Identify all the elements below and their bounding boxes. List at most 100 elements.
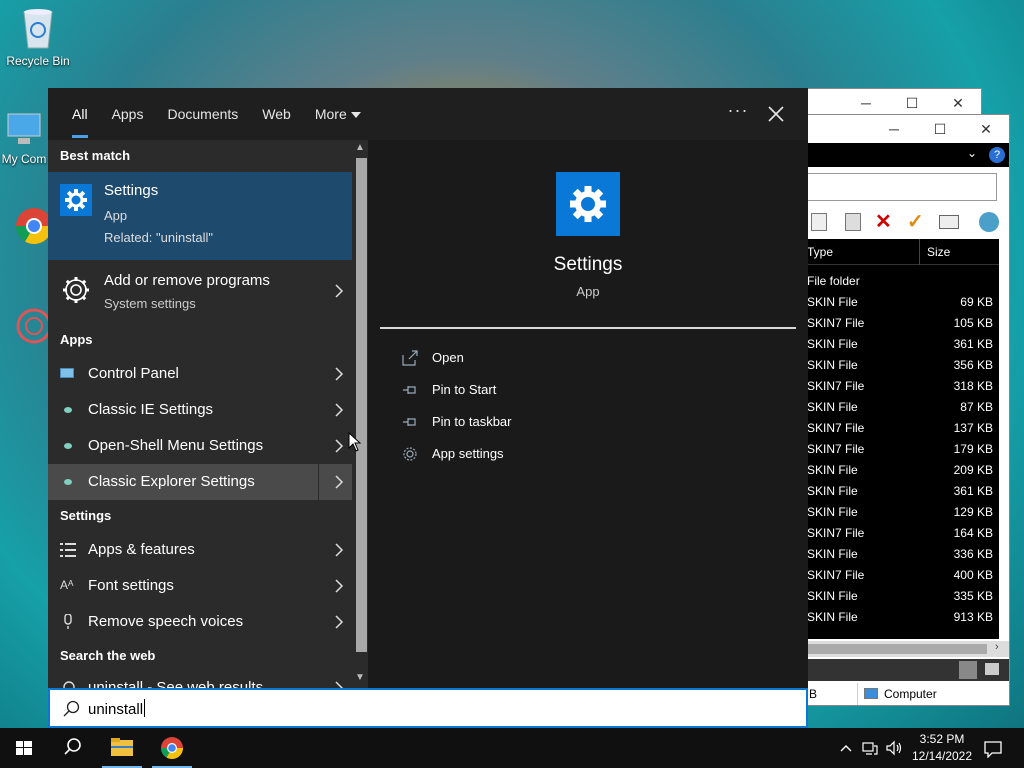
tiles-view-icon[interactable] [985,663,999,675]
taskbar-search-button[interactable] [48,728,96,768]
action-pin-taskbar[interactable]: Pin to taskbar [402,408,702,436]
search-input[interactable]: uninstall [88,699,146,718]
tab-web[interactable]: Web [250,88,303,140]
horizontal-scrollbar[interactable]: › [807,641,1009,657]
best-match-name: Settings [104,182,159,199]
table-row[interactable]: SKIN File 361 KB [807,481,999,502]
scroll-right-icon[interactable]: › [995,641,999,653]
chevron-right-icon[interactable] [334,615,344,629]
result-control-panel[interactable]: Control Panel [48,356,352,392]
tab-apps[interactable]: Apps [100,88,156,140]
column-header-size[interactable]: Size [927,245,950,259]
chevron-up-icon[interactable] [838,740,854,756]
taskbar-clock[interactable]: 3:52 PM 12/14/2022 [906,731,978,765]
font-settings-label: Font settings [88,577,174,594]
search-field[interactable] [807,173,997,201]
address-bar[interactable]: ⌄ ? [807,143,1009,167]
scroll-down-icon[interactable]: ▼ [355,672,365,683]
check-icon[interactable]: ✓ [907,209,924,234]
scroll-up-icon[interactable]: ▲ [355,142,365,153]
minimize-icon[interactable]: ─ [871,121,917,137]
remove-speech-label: Remove speech voices [88,613,244,630]
more-options-button[interactable]: ··· [724,100,752,121]
table-row[interactable]: SKIN File 335 KB [807,586,999,607]
volume-icon[interactable] [886,740,902,756]
results-scrollbar[interactable]: ▲ ▼ [352,140,368,688]
globe-icon[interactable] [979,212,999,232]
table-row[interactable]: SKIN File 87 KB [807,397,999,418]
table-row[interactable]: SKIN7 File 400 KB [807,565,999,586]
table-row[interactable]: SKIN File 209 KB [807,460,999,481]
start-button[interactable] [0,728,48,768]
result-classic-explorer-settings[interactable]: Classic Explorer Settings [48,464,352,500]
action-open[interactable]: Open [402,344,702,372]
chevron-right-icon[interactable] [334,579,344,593]
row-size: 129 KB [953,505,993,519]
chevron-right-icon[interactable] [334,284,344,298]
minimize-icon[interactable]: ─ [843,95,889,111]
table-row[interactable]: SKIN7 File 318 KB [807,376,999,397]
tab-more[interactable]: More [303,88,373,140]
tab-documents[interactable]: Documents [155,88,250,140]
search-box[interactable]: uninstall [48,688,808,728]
chevron-right-icon[interactable] [334,475,344,489]
status-left: B [809,687,818,701]
maximize-icon[interactable]: ☐ [917,121,963,138]
table-row[interactable]: SKIN File 69 KB [807,292,999,313]
delete-icon[interactable]: ✕ [875,209,892,234]
properties-icon[interactable] [939,215,959,229]
column-header-type[interactable]: Type [807,245,833,259]
table-row[interactable]: SKIN File 129 KB [807,502,999,523]
notification-icon[interactable] [984,740,1002,759]
chevron-right-icon[interactable] [334,367,344,381]
result-apps-features[interactable]: Apps & features [48,532,352,568]
result-add-remove-programs[interactable]: Add or remove programs System settings [48,262,352,318]
table-row[interactable]: SKIN7 File 105 KB [807,313,999,334]
chevron-right-icon[interactable] [334,543,344,557]
tab-all[interactable]: All [60,88,100,140]
result-remove-speech-voices[interactable]: Remove speech voices [48,604,352,640]
windows-logo-icon [16,741,32,755]
table-row[interactable]: SKIN File 913 KB [807,607,999,628]
computer-icon [4,110,44,148]
row-type: SKIN7 File [807,568,865,582]
clock-time: 3:52 PM [919,732,965,746]
maximize-icon[interactable]: ☐ [889,95,935,112]
close-icon[interactable]: ✕ [963,121,1009,138]
table-row[interactable]: SKIN7 File 137 KB [807,418,999,439]
settings-gear-icon [60,184,92,216]
result-classic-ie-settings[interactable]: Classic IE Settings [48,392,352,428]
action-app-settings[interactable]: App settings [402,440,702,468]
chevron-right-icon[interactable] [334,403,344,417]
row-type: SKIN File [807,400,858,414]
chevron-down-icon[interactable]: ⌄ [967,146,977,160]
result-open-shell-menu-settings[interactable]: Open-Shell Menu Settings [48,428,352,464]
scroll-thumb[interactable] [356,158,367,652]
chevron-right-icon[interactable] [334,439,344,453]
action-pin-start[interactable]: Pin to Start [402,376,702,404]
desktop-icon-recycle-bin[interactable]: Recycle Bin [0,6,76,68]
clock-date: 12/14/2022 [911,749,973,763]
copy-icon[interactable] [811,213,827,231]
table-row[interactable]: SKIN File 336 KB [807,544,999,565]
result-web-search[interactable]: uninstall - See web results [48,670,352,688]
details-view-icon[interactable] [959,661,977,679]
font-icon: Aᴬ [60,578,74,592]
result-best-match-settings[interactable]: Settings App Related: "uninstall" [48,172,352,260]
help-icon[interactable]: ? [989,147,1005,163]
taskbar-file-explorer[interactable] [98,728,146,768]
explorer-window[interactable]: ─ ☐ ✕ ⌄ ? ✕ ✓ Type Size File folder SKIN … [806,114,1010,706]
result-font-settings[interactable]: Aᴬ Font settings [48,568,352,604]
close-search-button[interactable] [760,98,792,130]
taskbar-chrome[interactable] [148,728,196,768]
paste-icon[interactable] [845,213,861,231]
row-type: SKIN7 File [807,526,865,540]
network-icon[interactable] [862,740,878,756]
chevron-right-icon[interactable] [334,681,344,688]
table-row[interactable]: SKIN File 356 KB [807,355,999,376]
close-icon[interactable]: ✕ [935,95,981,112]
table-row[interactable]: File folder [807,271,999,292]
table-row[interactable]: SKIN7 File 179 KB [807,439,999,460]
table-row[interactable]: SKIN File 361 KB [807,334,999,355]
table-row[interactable]: SKIN7 File 164 KB [807,523,999,544]
